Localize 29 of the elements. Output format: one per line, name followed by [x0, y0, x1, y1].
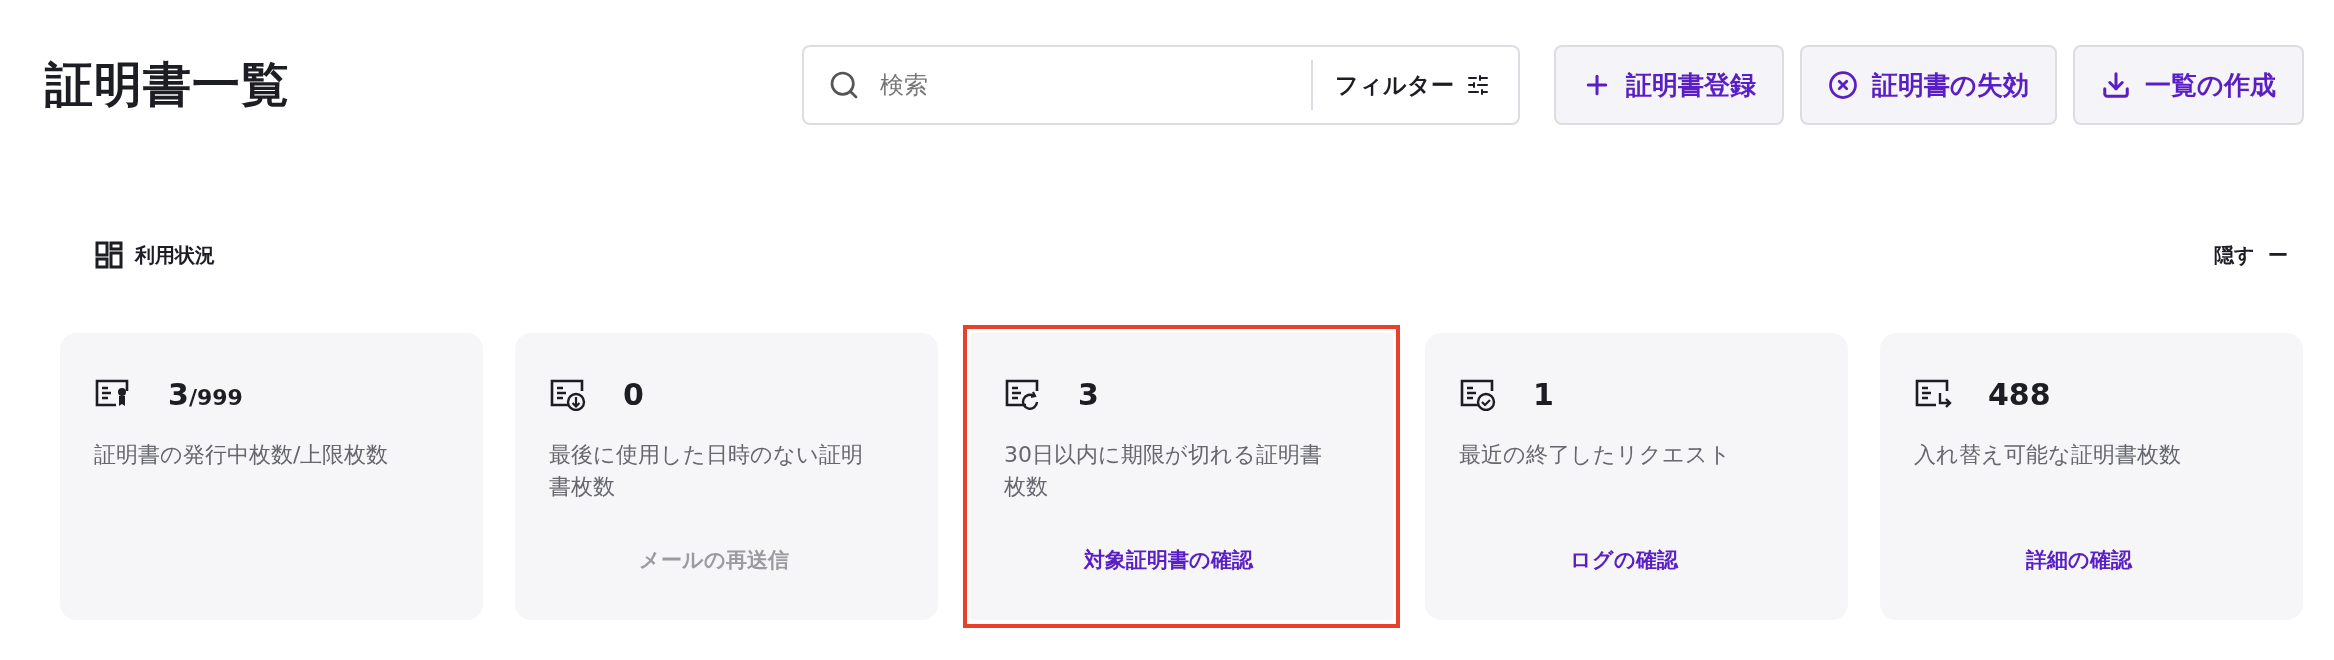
add-button[interactable]: 証明書登録 — [1554, 45, 1784, 125]
card-link[interactable]: 詳細の確認 — [2025, 546, 2132, 574]
card-link[interactable]: 対象証明書の確認 — [1084, 546, 1253, 574]
stat-description: 証明書の発行中枚数/上限枚数 — [94, 441, 390, 469]
sliders-icon — [1466, 73, 1490, 97]
stat-value: 488 — [1988, 376, 2051, 412]
stat-value: 3 — [1078, 376, 1099, 412]
download-icon — [2101, 70, 2131, 100]
hide-button[interactable]: 隠す ー — [2208, 240, 2294, 270]
stat-limit: /999 — [188, 384, 243, 410]
card-link[interactable]: ログの確認 — [1569, 546, 1678, 574]
stat-value: 1 — [1533, 376, 1554, 412]
filter-button[interactable]: フィルター — [1331, 69, 1494, 101]
certificate-icon — [1459, 377, 1497, 411]
stat-description: 最近の終了したリクエスト — [1459, 441, 1732, 469]
stat-description: 最後に使用した日時のない証明書枚数 — [549, 441, 864, 501]
stat-description: 30日以内に期限が切れる証明書枚数 — [1004, 441, 1323, 501]
revoke-button[interactable]: 証明書の失効 — [1800, 45, 2057, 125]
stat-value: 3 — [168, 376, 189, 412]
stat-value: 0 — [623, 376, 644, 412]
page-title: 証明書一覧 — [45, 55, 291, 114]
search-icon — [828, 69, 860, 101]
download-button[interactable]: 一覧の作成 — [2073, 45, 2304, 125]
grid-icon — [95, 241, 123, 269]
stat-description: 入れ替え可能な証明書枚数 — [1914, 441, 2182, 469]
section-title: 利用状況 — [135, 241, 216, 269]
circle-x-icon — [1828, 70, 1858, 100]
certificate-icon — [549, 377, 587, 411]
search-field[interactable]: 検索 フィルター — [802, 45, 1520, 125]
